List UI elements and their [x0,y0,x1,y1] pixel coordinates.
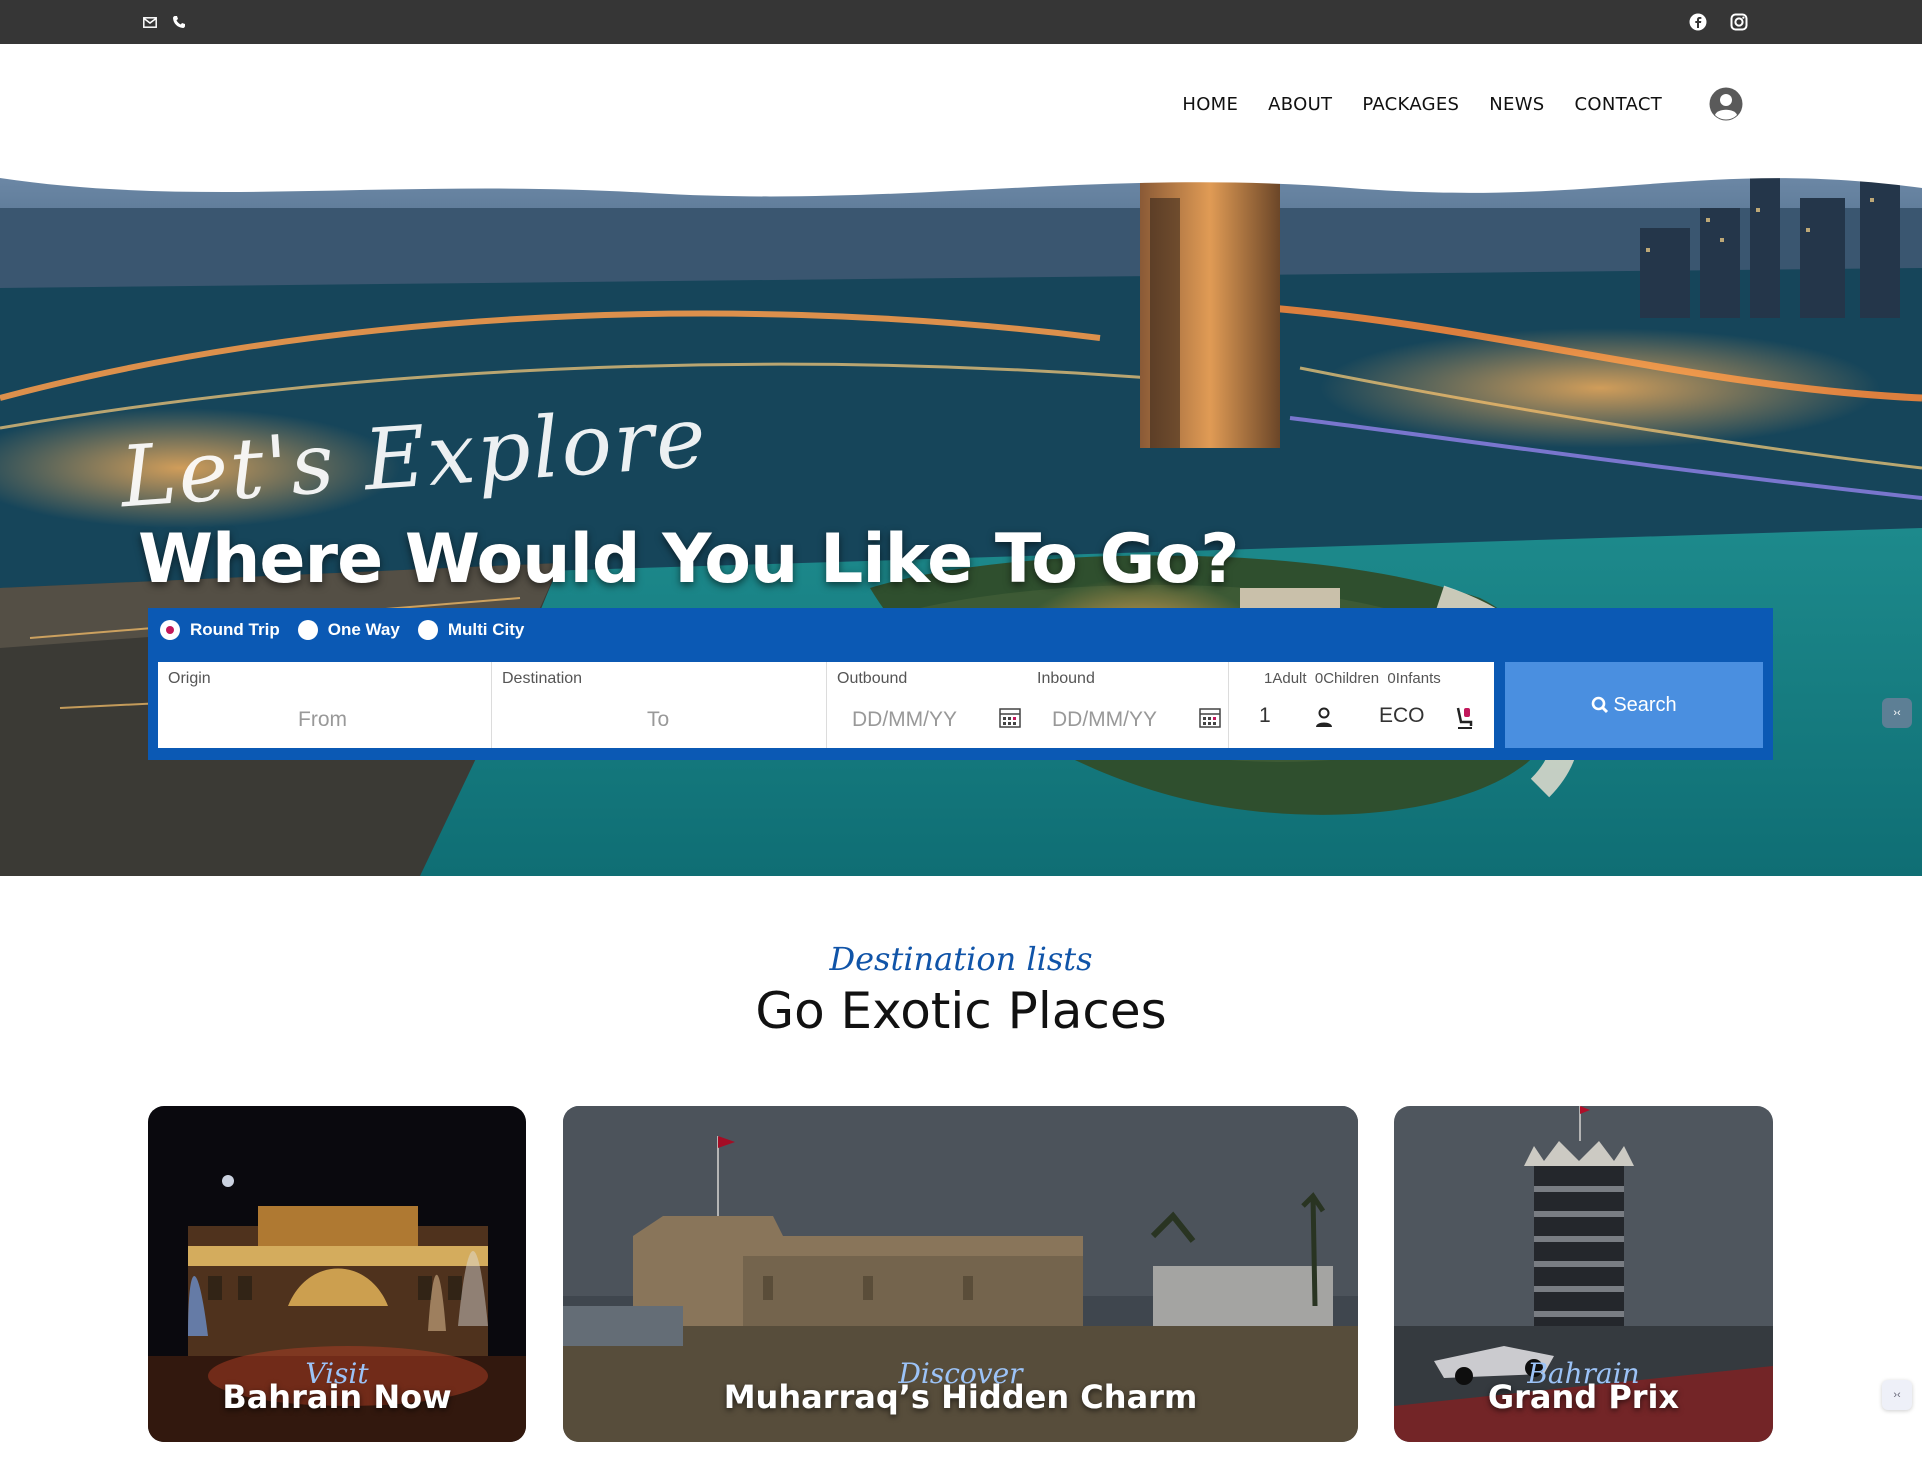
hero-banner: Let's Explore Where Would You Like To Go… [0,168,1922,876]
passenger-count[interactable]: 1 [1259,704,1271,728]
chat-widget-button[interactable]: ›‹ [1882,698,1912,728]
radio-round-trip[interactable] [160,620,180,640]
trip-type-selector: Round Trip One Way Multi City [160,620,524,640]
facebook-icon[interactable] [1688,12,1708,32]
inbound-input[interactable]: DD/MM/YY [1052,708,1157,732]
card-caption: Visit Bahrain Now [148,1357,526,1416]
nav-about[interactable]: ABOUT [1268,94,1332,115]
trip-one-way-label[interactable]: One Way [328,620,400,640]
destinations-section-header: Destination lists Go Exotic Places [0,940,1922,1040]
destination-card-grand-prix[interactable]: Bahrain Grand Prix [1394,1106,1773,1442]
trip-multi-city-label[interactable]: Multi City [448,620,525,640]
section-subtitle: Destination lists [829,940,1093,978]
destination-field[interactable]: Destination To [492,662,827,748]
origin-label: Origin [168,670,211,687]
outbound-calendar-icon[interactable] [999,706,1021,728]
user-circle-icon[interactable] [1709,87,1743,121]
search-button[interactable]: Search [1505,662,1763,748]
card-title: Muharraq’s Hidden Charm [723,1378,1198,1416]
top-bar [0,0,1922,44]
hero-title: Where Would You Like To Go? [138,520,1240,599]
phone-icon[interactable] [169,12,189,32]
outbound-input[interactable]: DD/MM/YY [852,708,957,732]
card-caption: Discover Muharraq’s Hidden Charm [563,1357,1358,1416]
card-title: Bahrain Now [222,1378,452,1416]
passenger-summary: 1Adult 0Children 0Infants [1264,670,1441,687]
main-navigation: HOME ABOUT PACKAGES NEWS CONTACT [0,44,1922,168]
date-fields: Outbound DD/MM/YY Inbound DD/MM/YY [827,662,1229,748]
inbound-calendar-icon[interactable] [1199,706,1221,728]
search-button-label: Search [1613,693,1677,716]
search-form: Origin From Destination To Outbound DD/M… [158,662,1494,748]
destination-card-muharraq[interactable]: Discover Muharraq’s Hidden Charm [563,1106,1358,1442]
radio-multi-city[interactable] [417,620,438,640]
instagram-icon[interactable] [1729,12,1749,32]
card-caption: Bahrain Grand Prix [1394,1357,1773,1416]
seat-icon [1456,707,1473,729]
section-title: Go Exotic Places [755,982,1167,1040]
destination-label: Destination [502,670,583,687]
accessibility-widget-button[interactable]: ›‹ [1882,1380,1912,1410]
nav-contact[interactable]: CONTACT [1575,94,1662,115]
search-icon [1592,696,1609,714]
origin-field[interactable]: Origin From [158,662,492,748]
cabin-class[interactable]: ECO [1379,704,1425,728]
nav-news[interactable]: NEWS [1489,94,1544,115]
person-icon [1316,707,1332,727]
nav-packages[interactable]: PACKAGES [1362,94,1459,115]
outbound-label: Outbound [837,670,908,687]
mail-icon[interactable] [140,12,160,32]
destination-input[interactable]: To [647,708,669,732]
nav-links: HOME ABOUT PACKAGES NEWS CONTACT [1182,94,1662,115]
inbound-label: Inbound [1037,670,1095,687]
destination-card-bahrain-now[interactable]: Visit Bahrain Now [148,1106,526,1442]
origin-input[interactable]: From [298,708,347,732]
flight-search-panel: Round Trip One Way Multi City Origin Fro… [148,608,1773,760]
trip-round-label[interactable]: Round Trip [190,620,280,640]
card-title: Grand Prix [1487,1378,1680,1416]
passenger-field[interactable]: 1Adult 0Children 0Infants 1 ECO [1229,662,1494,748]
nav-home[interactable]: HOME [1182,94,1238,115]
radio-one-way[interactable] [297,620,318,640]
